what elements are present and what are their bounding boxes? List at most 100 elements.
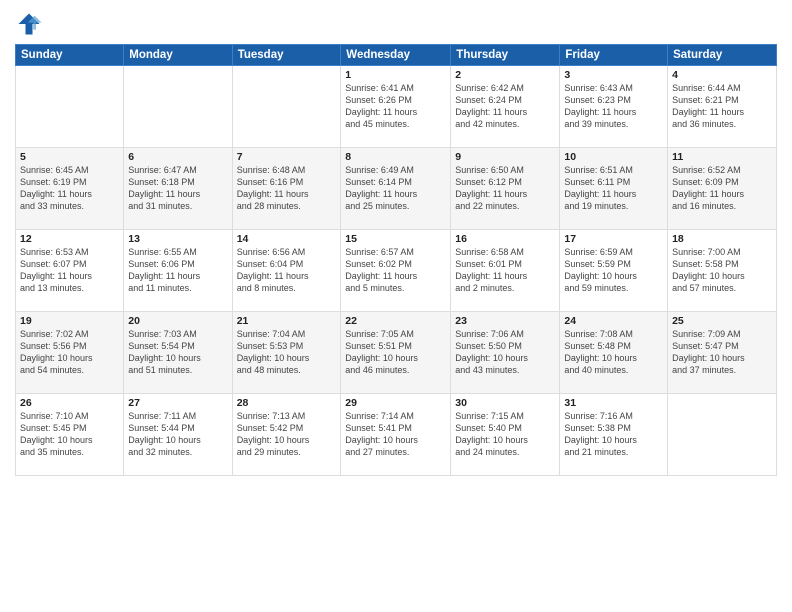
day-info: Sunrise: 6:44 AM Sunset: 6:21 PM Dayligh…: [672, 82, 772, 131]
day-number: 15: [345, 233, 446, 245]
day-number: 24: [564, 315, 663, 327]
day-info: Sunrise: 6:55 AM Sunset: 6:06 PM Dayligh…: [128, 246, 227, 295]
day-number: 20: [128, 315, 227, 327]
calendar-cell: 13Sunrise: 6:55 AM Sunset: 6:06 PM Dayli…: [124, 230, 232, 312]
day-info: Sunrise: 6:53 AM Sunset: 6:07 PM Dayligh…: [20, 246, 119, 295]
day-number: 27: [128, 397, 227, 409]
day-number: 21: [237, 315, 337, 327]
weekday-header-tuesday: Tuesday: [232, 45, 341, 66]
day-number: 14: [237, 233, 337, 245]
day-info: Sunrise: 7:05 AM Sunset: 5:51 PM Dayligh…: [345, 328, 446, 377]
calendar-page: SundayMondayTuesdayWednesdayThursdayFrid…: [0, 0, 792, 612]
calendar-cell: [16, 66, 124, 148]
calendar-cell: 18Sunrise: 7:00 AM Sunset: 5:58 PM Dayli…: [668, 230, 777, 312]
day-number: 25: [672, 315, 772, 327]
day-info: Sunrise: 7:04 AM Sunset: 5:53 PM Dayligh…: [237, 328, 337, 377]
calendar-cell: 14Sunrise: 6:56 AM Sunset: 6:04 PM Dayli…: [232, 230, 341, 312]
day-info: Sunrise: 6:45 AM Sunset: 6:19 PM Dayligh…: [20, 164, 119, 213]
calendar-cell: 5Sunrise: 6:45 AM Sunset: 6:19 PM Daylig…: [16, 148, 124, 230]
calendar-cell: 29Sunrise: 7:14 AM Sunset: 5:41 PM Dayli…: [341, 394, 451, 476]
day-info: Sunrise: 7:00 AM Sunset: 5:58 PM Dayligh…: [672, 246, 772, 295]
day-info: Sunrise: 6:41 AM Sunset: 6:26 PM Dayligh…: [345, 82, 446, 131]
logo-icon: [15, 10, 43, 38]
day-number: 17: [564, 233, 663, 245]
calendar-cell: 23Sunrise: 7:06 AM Sunset: 5:50 PM Dayli…: [451, 312, 560, 394]
day-number: 18: [672, 233, 772, 245]
day-number: 4: [672, 69, 772, 81]
day-info: Sunrise: 6:42 AM Sunset: 6:24 PM Dayligh…: [455, 82, 555, 131]
day-number: 5: [20, 151, 119, 163]
day-info: Sunrise: 6:50 AM Sunset: 6:12 PM Dayligh…: [455, 164, 555, 213]
day-info: Sunrise: 7:02 AM Sunset: 5:56 PM Dayligh…: [20, 328, 119, 377]
calendar-week-row: 26Sunrise: 7:10 AM Sunset: 5:45 PM Dayli…: [16, 394, 777, 476]
day-number: 7: [237, 151, 337, 163]
day-info: Sunrise: 6:47 AM Sunset: 6:18 PM Dayligh…: [128, 164, 227, 213]
calendar-cell: 15Sunrise: 6:57 AM Sunset: 6:02 PM Dayli…: [341, 230, 451, 312]
logo: [15, 10, 47, 38]
day-number: 30: [455, 397, 555, 409]
weekday-header-wednesday: Wednesday: [341, 45, 451, 66]
calendar-cell: 26Sunrise: 7:10 AM Sunset: 5:45 PM Dayli…: [16, 394, 124, 476]
day-number: 2: [455, 69, 555, 81]
calendar-cell: 7Sunrise: 6:48 AM Sunset: 6:16 PM Daylig…: [232, 148, 341, 230]
calendar-cell: [124, 66, 232, 148]
calendar-cell: 24Sunrise: 7:08 AM Sunset: 5:48 PM Dayli…: [560, 312, 668, 394]
day-info: Sunrise: 7:08 AM Sunset: 5:48 PM Dayligh…: [564, 328, 663, 377]
weekday-header-sunday: Sunday: [16, 45, 124, 66]
calendar-cell: 2Sunrise: 6:42 AM Sunset: 6:24 PM Daylig…: [451, 66, 560, 148]
day-info: Sunrise: 7:10 AM Sunset: 5:45 PM Dayligh…: [20, 410, 119, 459]
day-number: 26: [20, 397, 119, 409]
day-number: 13: [128, 233, 227, 245]
calendar-cell: 8Sunrise: 6:49 AM Sunset: 6:14 PM Daylig…: [341, 148, 451, 230]
day-number: 29: [345, 397, 446, 409]
calendar-cell: 27Sunrise: 7:11 AM Sunset: 5:44 PM Dayli…: [124, 394, 232, 476]
calendar-week-row: 19Sunrise: 7:02 AM Sunset: 5:56 PM Dayli…: [16, 312, 777, 394]
day-info: Sunrise: 7:16 AM Sunset: 5:38 PM Dayligh…: [564, 410, 663, 459]
weekday-header-friday: Friday: [560, 45, 668, 66]
calendar-cell: 16Sunrise: 6:58 AM Sunset: 6:01 PM Dayli…: [451, 230, 560, 312]
day-number: 1: [345, 69, 446, 81]
day-number: 22: [345, 315, 446, 327]
day-info: Sunrise: 6:51 AM Sunset: 6:11 PM Dayligh…: [564, 164, 663, 213]
calendar-cell: 21Sunrise: 7:04 AM Sunset: 5:53 PM Dayli…: [232, 312, 341, 394]
day-info: Sunrise: 7:11 AM Sunset: 5:44 PM Dayligh…: [128, 410, 227, 459]
weekday-header-thursday: Thursday: [451, 45, 560, 66]
day-info: Sunrise: 6:56 AM Sunset: 6:04 PM Dayligh…: [237, 246, 337, 295]
weekday-header-row: SundayMondayTuesdayWednesdayThursdayFrid…: [16, 45, 777, 66]
day-number: 28: [237, 397, 337, 409]
day-number: 6: [128, 151, 227, 163]
calendar-cell: 20Sunrise: 7:03 AM Sunset: 5:54 PM Dayli…: [124, 312, 232, 394]
day-info: Sunrise: 6:59 AM Sunset: 5:59 PM Dayligh…: [564, 246, 663, 295]
calendar-cell: 11Sunrise: 6:52 AM Sunset: 6:09 PM Dayli…: [668, 148, 777, 230]
day-number: 8: [345, 151, 446, 163]
calendar-week-row: 5Sunrise: 6:45 AM Sunset: 6:19 PM Daylig…: [16, 148, 777, 230]
calendar-cell: 4Sunrise: 6:44 AM Sunset: 6:21 PM Daylig…: [668, 66, 777, 148]
weekday-header-saturday: Saturday: [668, 45, 777, 66]
day-info: Sunrise: 6:57 AM Sunset: 6:02 PM Dayligh…: [345, 246, 446, 295]
day-number: 9: [455, 151, 555, 163]
day-info: Sunrise: 6:48 AM Sunset: 6:16 PM Dayligh…: [237, 164, 337, 213]
calendar-cell: 10Sunrise: 6:51 AM Sunset: 6:11 PM Dayli…: [560, 148, 668, 230]
calendar-cell: 9Sunrise: 6:50 AM Sunset: 6:12 PM Daylig…: [451, 148, 560, 230]
day-info: Sunrise: 7:15 AM Sunset: 5:40 PM Dayligh…: [455, 410, 555, 459]
day-info: Sunrise: 6:52 AM Sunset: 6:09 PM Dayligh…: [672, 164, 772, 213]
day-info: Sunrise: 6:43 AM Sunset: 6:23 PM Dayligh…: [564, 82, 663, 131]
day-number: 31: [564, 397, 663, 409]
day-number: 23: [455, 315, 555, 327]
calendar-cell: 12Sunrise: 6:53 AM Sunset: 6:07 PM Dayli…: [16, 230, 124, 312]
day-info: Sunrise: 7:09 AM Sunset: 5:47 PM Dayligh…: [672, 328, 772, 377]
day-number: 11: [672, 151, 772, 163]
day-info: Sunrise: 6:49 AM Sunset: 6:14 PM Dayligh…: [345, 164, 446, 213]
weekday-header-monday: Monday: [124, 45, 232, 66]
day-info: Sunrise: 7:13 AM Sunset: 5:42 PM Dayligh…: [237, 410, 337, 459]
calendar-cell: 3Sunrise: 6:43 AM Sunset: 6:23 PM Daylig…: [560, 66, 668, 148]
calendar-week-row: 12Sunrise: 6:53 AM Sunset: 6:07 PM Dayli…: [16, 230, 777, 312]
calendar-week-row: 1Sunrise: 6:41 AM Sunset: 6:26 PM Daylig…: [16, 66, 777, 148]
day-number: 10: [564, 151, 663, 163]
calendar-cell: 31Sunrise: 7:16 AM Sunset: 5:38 PM Dayli…: [560, 394, 668, 476]
day-number: 16: [455, 233, 555, 245]
calendar-cell: [232, 66, 341, 148]
day-info: Sunrise: 6:58 AM Sunset: 6:01 PM Dayligh…: [455, 246, 555, 295]
day-info: Sunrise: 7:03 AM Sunset: 5:54 PM Dayligh…: [128, 328, 227, 377]
day-number: 19: [20, 315, 119, 327]
